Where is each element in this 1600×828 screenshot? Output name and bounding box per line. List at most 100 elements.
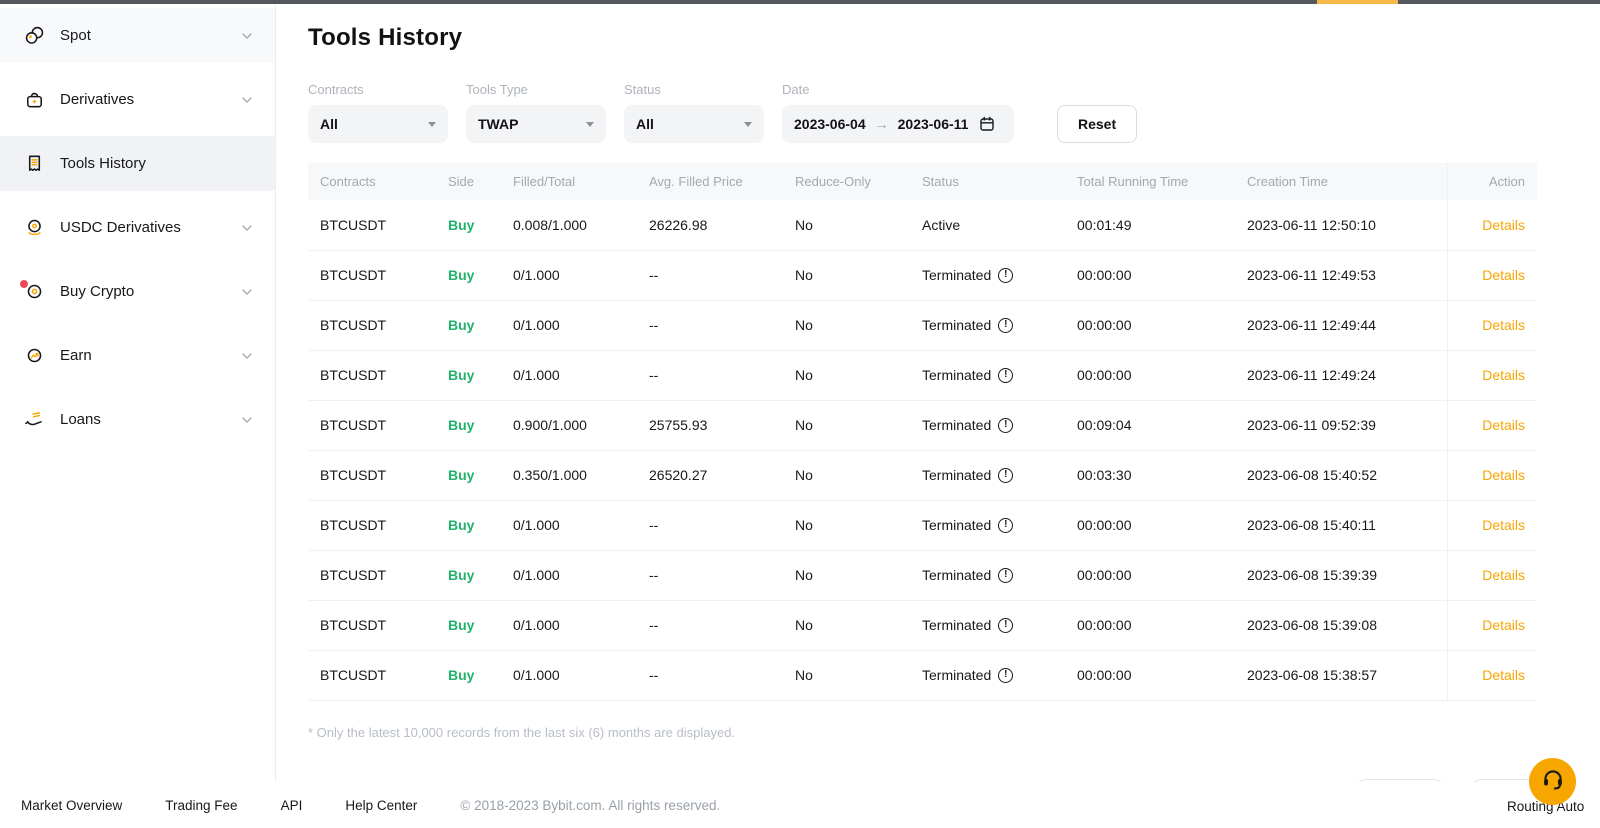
tools-type-select-value: TWAP [478,116,518,132]
sidebar-item-loans[interactable]: Loans [0,392,275,447]
status-text: Terminated [922,417,991,433]
footer-link-market-overview[interactable]: Market Overview [21,798,122,813]
status-text: Terminated [922,367,991,383]
chevron-down-icon [241,224,253,232]
cell-creation-time: 2023-06-11 12:50:10 [1235,200,1447,250]
info-icon[interactable] [998,618,1013,633]
info-icon[interactable] [998,668,1013,683]
details-link[interactable]: Details [1482,417,1525,433]
cell-filled-total: 0.900/1.000 [501,400,637,450]
info-icon[interactable] [998,468,1013,483]
sidebar-item-derivatives[interactable]: Derivatives [0,72,275,127]
date-range-picker[interactable]: 2023-06-04 → 2023-06-11 [782,105,1014,143]
cell-side: Buy [436,650,501,700]
info-icon[interactable] [998,568,1013,583]
table-row: BTCUSDT Buy 0/1.000 -- No Terminated 00:… [308,600,1537,650]
cell-action: Details [1447,450,1537,500]
cell-total-running-time: 00:00:00 [1065,600,1235,650]
status-select[interactable]: All [624,105,764,143]
cell-filled-total: 0/1.000 [501,350,637,400]
details-link[interactable]: Details [1482,667,1525,683]
column-header: Avg. Filled Price [637,163,783,200]
cell-side: Buy [436,250,501,300]
date-start-value: 2023-06-04 [794,116,866,132]
cell-creation-time: 2023-06-11 12:49:44 [1235,300,1447,350]
cell-total-running-time: 00:00:00 [1065,500,1235,550]
cell-status: Terminated [910,550,1065,600]
tools-type-filter: Tools Type TWAP [466,82,606,143]
footer-link-trading-fee[interactable]: Trading Fee [165,798,237,813]
cell-status: Terminated [910,500,1065,550]
sidebar-item-earn[interactable]: Earn [0,328,275,383]
cell-total-running-time: 00:00:00 [1065,250,1235,300]
column-header: Contracts [308,163,436,200]
sidebar-item-tools-history[interactable]: Tools History [0,136,275,191]
date-filter: Date 2023-06-04 → 2023-06-11 [782,82,1014,143]
status-text: Terminated [922,517,991,533]
cell-creation-time: 2023-06-08 15:40:52 [1235,450,1447,500]
column-header: Filled/Total [501,163,637,200]
details-link[interactable]: Details [1482,567,1525,583]
browser-progress-bar [0,0,1600,4]
chevron-down-icon [241,32,253,40]
info-icon[interactable] [998,318,1013,333]
cell-status: Terminated [910,650,1065,700]
details-link[interactable]: Details [1482,317,1525,333]
cell-reduce-only: No [783,650,910,700]
info-icon[interactable] [998,418,1013,433]
details-link[interactable]: Details [1482,217,1525,233]
contracts-select[interactable]: All [308,105,448,143]
cell-avg-filled-price: -- [637,650,783,700]
cell-side: Buy [436,300,501,350]
info-icon[interactable] [998,368,1013,383]
cell-total-running-time: 00:09:04 [1065,400,1235,450]
sidebar-item-usdc-derivatives[interactable]: USDC Derivatives [0,200,275,255]
chevron-down-icon [241,416,253,424]
cell-side: Buy [436,600,501,650]
info-icon[interactable] [998,268,1013,283]
cell-avg-filled-price: 26520.27 [637,450,783,500]
cell-action: Details [1447,400,1537,450]
contracts-filter: Contracts All [308,82,448,143]
cell-status: Terminated [910,400,1065,450]
cell-filled-total: 0/1.000 [501,600,637,650]
table-header-row: ContractsSideFilled/TotalAvg. Filled Pri… [308,163,1537,200]
cell-creation-time: 2023-06-11 12:49:24 [1235,350,1447,400]
cell-avg-filled-price: -- [637,500,783,550]
cell-reduce-only: No [783,550,910,600]
cell-total-running-time: 00:00:00 [1065,650,1235,700]
details-link[interactable]: Details [1482,367,1525,383]
cell-avg-filled-price: 25755.93 [637,400,783,450]
cell-contracts: BTCUSDT [308,650,436,700]
details-link[interactable]: Details [1482,467,1525,483]
caret-down-icon [744,122,752,127]
footer-link-help-center[interactable]: Help Center [345,798,417,813]
footer-link-api[interactable]: API [281,798,303,813]
cell-filled-total: 0/1.000 [501,500,637,550]
support-chat-button[interactable] [1529,758,1576,805]
info-icon[interactable] [998,518,1013,533]
cell-side: Buy [436,400,501,450]
sidebar-item-buy-crypto[interactable]: Buy Crypto [0,264,275,319]
caret-down-icon [428,122,436,127]
reset-button[interactable]: Reset [1057,105,1137,143]
cell-action: Details [1447,300,1537,350]
usdc-derivatives-icon [22,216,46,240]
cell-filled-total: 0/1.000 [501,650,637,700]
cell-side: Buy [436,450,501,500]
sidebar-item-spot[interactable]: Spot [0,8,275,63]
cell-avg-filled-price: -- [637,350,783,400]
status-select-value: All [636,116,654,132]
tools-type-select[interactable]: TWAP [466,105,606,143]
cell-creation-time: 2023-06-11 12:49:53 [1235,250,1447,300]
cell-creation-time: 2023-06-08 15:39:08 [1235,600,1447,650]
cell-avg-filled-price: 26226.98 [637,200,783,250]
cell-action: Details [1447,350,1537,400]
details-link[interactable]: Details [1482,267,1525,283]
details-link[interactable]: Details [1482,617,1525,633]
column-header: Creation Time [1235,163,1447,200]
cell-status: Terminated [910,350,1065,400]
details-link[interactable]: Details [1482,517,1525,533]
cell-status: Terminated [910,250,1065,300]
cell-contracts: BTCUSDT [308,550,436,600]
